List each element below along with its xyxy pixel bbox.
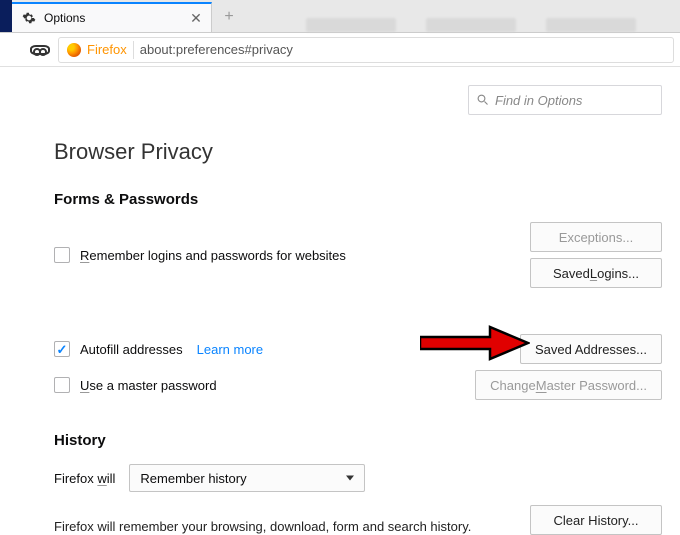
- section-history: History: [54, 432, 662, 449]
- separator: [133, 41, 134, 59]
- ghost-tab: [546, 18, 636, 32]
- firefox-icon: [67, 43, 81, 57]
- tab-options[interactable]: Options ✕: [12, 2, 212, 32]
- checkbox-remember-logins[interactable]: [54, 247, 70, 263]
- new-tab-button[interactable]: +: [216, 4, 242, 30]
- history-description: Firefox will remember your browsing, dow…: [54, 519, 471, 534]
- tab-strip: Options ✕ +: [0, 0, 680, 33]
- background-tabs: [246, 18, 636, 32]
- history-mode-select[interactable]: Remember history: [129, 464, 365, 492]
- search-placeholder: Find in Options: [495, 93, 582, 108]
- label-autofill-addresses: Autofill addresses: [80, 342, 183, 357]
- page-title: Browser Privacy: [54, 139, 662, 165]
- gear-icon: [22, 11, 36, 25]
- ghost-tab: [306, 18, 396, 32]
- label-remember-logins: Remember logins and passwords for websit…: [80, 248, 346, 263]
- toolbar: Firefox about:preferences#privacy: [0, 33, 680, 67]
- search-icon: [477, 94, 489, 106]
- identity-label: Firefox: [87, 42, 127, 57]
- checkbox-master-password[interactable]: [54, 377, 70, 393]
- search-input[interactable]: Find in Options: [468, 85, 662, 115]
- tab-title: Options: [44, 11, 181, 25]
- learn-more-link[interactable]: Learn more: [197, 342, 263, 357]
- label-firefox-will: Firefox will: [54, 471, 115, 486]
- url-bar[interactable]: Firefox about:preferences#privacy: [58, 37, 674, 63]
- ghost-tab: [426, 18, 516, 32]
- checkbox-autofill-addresses[interactable]: [54, 341, 70, 357]
- saved-logins-button[interactable]: Saved Logins...: [530, 258, 662, 288]
- url-text: about:preferences#privacy: [140, 42, 293, 57]
- private-mask-icon: [30, 45, 50, 55]
- label-master-password: Use a master password: [80, 378, 217, 393]
- window-accent: [0, 0, 12, 32]
- section-forms-passwords: Forms & Passwords: [54, 191, 662, 208]
- change-master-password-button[interactable]: Change Master Password...: [475, 370, 662, 400]
- preferences-content: Find in Options Browser Privacy Forms & …: [0, 67, 680, 535]
- exceptions-button[interactable]: Exceptions...: [530, 222, 662, 252]
- clear-history-button[interactable]: Clear History...: [530, 505, 662, 535]
- saved-addresses-button[interactable]: Saved Addresses...: [520, 334, 662, 364]
- close-icon[interactable]: ✕: [189, 11, 203, 25]
